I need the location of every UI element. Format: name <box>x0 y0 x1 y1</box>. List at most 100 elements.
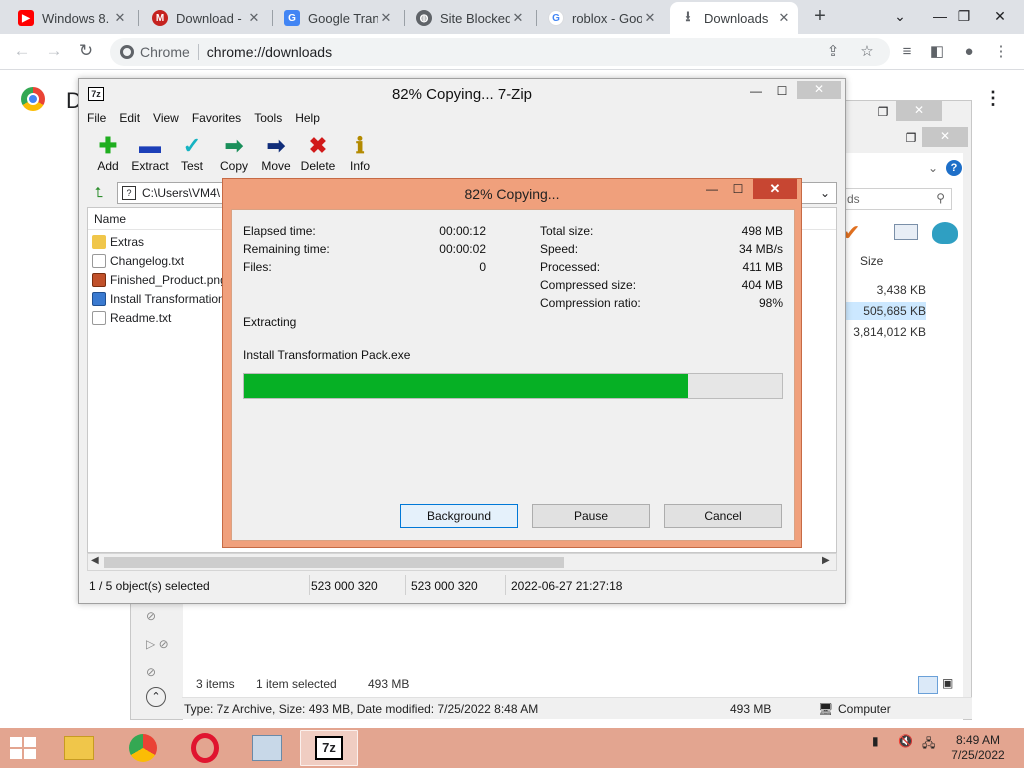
explorer-close-button[interactable]: ✕ <box>896 101 942 121</box>
help-icon[interactable]: ? <box>946 160 962 176</box>
tab-google-translate[interactable]: G Google Tran ✕ <box>274 4 400 32</box>
address-bar[interactable]: Chrome chrome://downloads <box>110 38 890 66</box>
tab-download[interactable]: M Download - ✕ <box>142 4 268 32</box>
taskbar-monitor[interactable] <box>238 730 296 766</box>
sevenzip-titlebar: 7z 82% Copying... 7-Zip — ☐ ✕ <box>79 79 845 109</box>
list-item[interactable]: Readme.txt <box>92 308 171 327</box>
background-button[interactable]: Background <box>400 504 518 528</box>
back-button[interactable]: ← <box>10 40 34 64</box>
explorer-restore-button[interactable]: ❐ <box>868 103 898 123</box>
pause-button[interactable]: Pause <box>532 504 650 528</box>
close-icon[interactable]: ✕ <box>112 10 128 26</box>
network-icon[interactable]: 🖧 <box>922 734 935 755</box>
scrollbar-thumb[interactable] <box>104 557 564 568</box>
extract-button[interactable]: ▬ Extract <box>129 133 171 173</box>
chrome-icon <box>129 734 157 762</box>
tab-windows8[interactable]: ▶ Windows 8. ✕ <box>8 4 134 32</box>
close-button[interactable]: ✕ <box>753 179 797 199</box>
minimize-button[interactable]: — <box>743 83 769 101</box>
flag-icon[interactable]: ▮ <box>872 734 879 748</box>
menu-file[interactable]: File <box>87 111 106 125</box>
browser-menu-icon[interactable]: ⋮ <box>990 41 1012 63</box>
menu-help[interactable]: Help <box>295 111 320 125</box>
properties-icon[interactable] <box>894 224 918 240</box>
expand-up-icon[interactable]: ⌃ <box>146 687 166 707</box>
column-name[interactable]: Name <box>94 212 126 226</box>
add-button[interactable]: ✚ Add <box>87 133 129 173</box>
operation-label: Extracting <box>243 315 297 329</box>
youtube-icon: ▶ <box>18 10 34 26</box>
explorer-search-input[interactable]: ds ⚲ <box>840 188 952 210</box>
info-button[interactable]: ℹ Info <box>339 133 381 173</box>
list-item[interactable]: Changelog.txt <box>92 251 184 270</box>
remaining-time-value: 00:00:02 <box>439 242 486 256</box>
explorer-globe-icon[interactable] <box>932 222 958 244</box>
taskbar-7zip[interactable]: 7z <box>300 730 358 766</box>
details-view-icon[interactable] <box>918 676 938 694</box>
move-icon: ➡ <box>266 133 286 158</box>
close-icon[interactable]: ✕ <box>642 10 658 26</box>
close-window-button[interactable]: ✕ <box>980 0 1020 34</box>
tab-site-blocked[interactable]: ◍ Site Blocked ✕ <box>406 4 532 32</box>
bookmark-star-icon[interactable]: ☆ <box>856 41 878 63</box>
chrome-icon <box>120 45 134 59</box>
horizontal-scrollbar[interactable]: ◀ ▶ <box>87 553 837 571</box>
tab-downloads[interactable]: ⭳ Downloads ✕ <box>670 2 798 34</box>
text-file-icon <box>92 310 106 325</box>
column-size[interactable]: Size <box>860 254 883 268</box>
folder-up-icon[interactable]: ⮤ <box>89 184 109 204</box>
taskbar-opera[interactable] <box>176 730 234 766</box>
close-icon[interactable]: ✕ <box>378 10 394 26</box>
restore-button[interactable]: ❐ <box>944 0 984 34</box>
list-item[interactable]: Extras <box>92 232 144 251</box>
volume-muted-icon[interactable]: 🔇 <box>898 734 913 748</box>
menu-view[interactable]: View <box>153 111 179 125</box>
explorer2-close-button[interactable]: ✕ <box>922 127 968 147</box>
start-button[interactable] <box>10 737 38 759</box>
menu-edit[interactable]: Edit <box>119 111 140 125</box>
image-file-icon <box>92 272 106 287</box>
close-icon[interactable]: ✕ <box>510 10 526 26</box>
cancel-button[interactable]: Cancel <box>664 504 782 528</box>
profile-avatar-icon[interactable]: ● <box>958 41 980 63</box>
chevron-down-icon[interactable]: ⌄ <box>820 186 830 200</box>
new-tab-button[interactable]: + <box>808 5 832 29</box>
maximize-button[interactable]: ☐ <box>725 181 751 199</box>
large-icons-view-icon[interactable]: ▣ <box>942 676 960 694</box>
compressed-size-value: 404 MB <box>741 278 783 292</box>
scroll-left-icon[interactable]: ◀ <box>91 555 99 566</box>
clock[interactable]: 8:49 AM 7/25/2022 <box>948 733 1008 763</box>
test-button[interactable]: ✓ Test <box>171 133 213 173</box>
move-button[interactable]: ➡ Move <box>255 133 297 173</box>
side-panel-icon[interactable]: ◧ <box>926 41 948 63</box>
close-button[interactable]: ✕ <box>797 81 841 99</box>
explorer-nav-tree[interactable]: ⊘ ▷ ⊘ ⊘ <box>146 602 176 679</box>
current-file-label: Install Transformation Pack.exe <box>243 348 411 362</box>
menu-tools[interactable]: Tools <box>254 111 282 125</box>
forward-button[interactable]: → <box>42 40 66 64</box>
tab-search-chevron-icon[interactable]: ⌄ <box>880 0 920 34</box>
close-icon[interactable]: ✕ <box>246 10 262 26</box>
chevron-down-icon[interactable]: ⌄ <box>918 159 948 179</box>
reading-list-icon[interactable]: ≡ <box>896 41 918 63</box>
list-item[interactable]: Finished_Product.png <box>92 270 227 289</box>
list-item[interactable]: Install Transformation <box>92 289 225 308</box>
minimize-button[interactable]: — <box>699 181 725 199</box>
close-icon[interactable]: ✕ <box>776 10 792 26</box>
share-icon[interactable]: ⇪ <box>822 41 844 63</box>
taskbar-chrome[interactable] <box>114 730 172 766</box>
info-icon: ℹ <box>355 133 365 158</box>
chrome-logo-icon <box>21 87 45 111</box>
downloads-menu-icon[interactable]: ⋮ <box>984 88 1002 109</box>
menu-favorites[interactable]: Favorites <box>192 111 241 125</box>
reload-button[interactable]: ↻ <box>74 40 98 64</box>
extract-icon: ▬ <box>139 133 161 158</box>
taskbar-explorer[interactable] <box>50 730 108 766</box>
tab-roblox[interactable]: G roblox - Goo ✕ <box>538 4 664 32</box>
sevenzip-title: 82% Copying... 7-Zip <box>391 86 533 103</box>
scroll-right-icon[interactable]: ▶ <box>822 555 830 566</box>
copy-button[interactable]: ➡ Copy <box>213 133 255 173</box>
maximize-button[interactable]: ☐ <box>769 83 795 101</box>
delete-button[interactable]: ✖ Delete <box>297 133 339 173</box>
search-icon: ⚲ <box>936 191 945 205</box>
